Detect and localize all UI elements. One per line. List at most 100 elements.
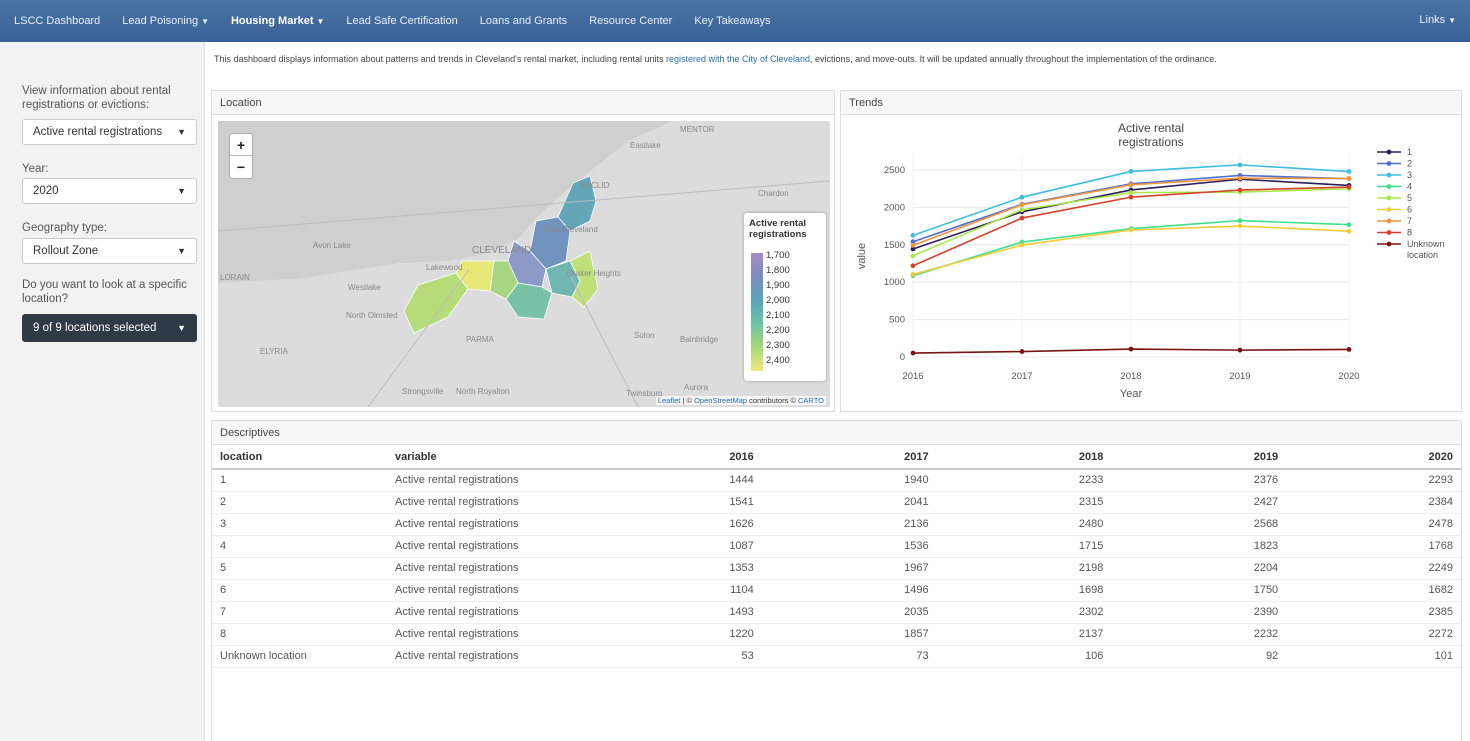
table-row: 3 Active rental registrations 1626 2136 2480…: [212, 513, 1461, 536]
x-tick-label: 2018: [1120, 371, 1141, 382]
trend-line-chart[interactable]: 0 500 1000 1500 2000 2500 2016 2017 2018 2019 2020…: [841, 115, 1461, 411]
location-panel-title: Location: [212, 91, 834, 115]
column-header-2017[interactable]: 2017: [761, 445, 937, 470]
map-place-label: North Royalton: [456, 387, 510, 396]
map-place-label: East Cleveland: [544, 225, 598, 234]
legend-marker: [1386, 218, 1392, 224]
leaflet-link[interactable]: Leaflet: [658, 396, 681, 405]
map-place-label: North Olmsted: [346, 311, 398, 320]
zoom-out-button[interactable]: −: [230, 156, 252, 178]
y-tick-label: 2000: [884, 202, 905, 213]
location-picker[interactable]: 9 of 9 locations selected ▼: [22, 314, 197, 342]
nav-item-resource-center[interactable]: Resource Center: [589, 15, 672, 27]
map-place-label: EUCLID: [580, 181, 610, 190]
column-header-location[interactable]: location: [212, 445, 387, 470]
map-place-label: Avon Lake: [313, 241, 351, 250]
attribution-text: | ©: [680, 396, 695, 405]
legend-label: 4: [1407, 182, 1412, 192]
intro-text: This dashboard displays information abou…: [214, 54, 1217, 64]
registration-link[interactable]: registered with the City of Cleveland: [666, 54, 810, 64]
table-row: 5 Active rental registrations 1353 1967 2198…: [212, 557, 1461, 580]
table-header-row: location variable 2016 2017 2018 2019 20…: [212, 445, 1461, 470]
nav-item-key-takeaways[interactable]: Key Takeaways: [694, 15, 770, 27]
table-cell: Active rental registrations: [387, 623, 587, 646]
zoom-control: + −: [229, 133, 253, 179]
x-tick-label: 2020: [1338, 371, 1359, 382]
table-cell: 2035: [761, 601, 937, 624]
map-attribution: Leaflet | © OpenStreetMap contributors ©…: [655, 396, 826, 405]
nav-brand[interactable]: LSCC Dashboard: [14, 15, 100, 27]
table-cell: 2232: [1111, 623, 1287, 646]
table-cell: 5: [212, 557, 387, 580]
caret-down-icon: ▼: [177, 186, 186, 196]
year-select[interactable]: 2020 ▼: [22, 178, 197, 204]
table-cell: 1444: [587, 469, 762, 492]
legend-marker: [1386, 207, 1392, 212]
y-tick-label: 1000: [884, 277, 905, 288]
map-road: [567, 270, 639, 407]
sidebar: View information about rental registrati…: [0, 42, 205, 741]
map-place-label: MENTOR: [680, 125, 715, 134]
table-cell: 2272: [1286, 623, 1461, 646]
nav-item-lead-poisoning[interactable]: Lead Poisoning ▼: [122, 15, 209, 27]
map-place-label: LORAIN: [220, 273, 250, 282]
geography-select[interactable]: Rollout Zone ▼: [22, 238, 197, 264]
legend-label: 6: [1407, 205, 1412, 215]
descriptives-panel: Descriptives location variable 2016 2017…: [211, 420, 1462, 741]
y-tick-label: 2500: [884, 165, 905, 176]
geography-select-label: Geography type:: [22, 222, 108, 234]
leaflet-map[interactable]: MENTOR Eastlake EUCLID Chardon East Clev…: [218, 121, 830, 407]
data-point: [910, 232, 916, 238]
table-cell: Active rental registrations: [387, 557, 587, 580]
map-place-label: Solon: [634, 331, 655, 340]
nav-links-menu[interactable]: Links ▼: [1419, 14, 1456, 26]
view-select-label: View information about rental registrati…: [22, 85, 171, 111]
table-cell: 1715: [936, 535, 1112, 558]
caret-down-icon: ▼: [316, 17, 325, 26]
table-cell: 1698: [936, 579, 1112, 602]
table-row: 8 Active rental registrations 1220 1857 2137…: [212, 623, 1461, 646]
legend-label: 5: [1407, 193, 1412, 203]
data-point: [1128, 169, 1134, 174]
nav-links-label: Links: [1419, 14, 1446, 26]
carto-link[interactable]: CARTO: [798, 396, 824, 405]
table-cell: Active rental registrations: [387, 469, 587, 492]
map-legend-tick: 2,400: [766, 355, 790, 366]
table-cell: 2385: [1286, 601, 1461, 624]
nav-item-housing-market[interactable]: Housing Market ▼: [231, 15, 324, 27]
column-header-2020[interactable]: 2020: [1286, 445, 1461, 470]
descriptives-panel-title: Descriptives: [212, 421, 1461, 445]
table-cell: 1087: [587, 535, 762, 558]
data-point: [910, 242, 916, 248]
data-point: [1128, 182, 1134, 188]
legend-marker: [1386, 195, 1392, 201]
column-header-variable[interactable]: variable: [387, 445, 587, 470]
osm-link[interactable]: OpenStreetMap: [694, 396, 747, 405]
data-point: [1237, 175, 1243, 181]
view-select[interactable]: Active rental registrations ▼: [22, 119, 197, 145]
legend-label: 3: [1407, 170, 1412, 180]
column-header-2019[interactable]: 2019: [1111, 445, 1287, 470]
map-legend-tick: 2,100: [766, 310, 790, 321]
data-point: [1128, 346, 1134, 352]
location-panel: Location MENTOR Eastlake EUCLID Chardon …: [211, 90, 835, 412]
zoom-in-button[interactable]: +: [230, 134, 252, 156]
column-header-2018[interactable]: 2018: [936, 445, 1112, 470]
table-cell: 1104: [587, 579, 762, 602]
nav-item-lead-safe-certification[interactable]: Lead Safe Certification: [346, 15, 457, 27]
map-place-label: Westlake: [348, 283, 381, 292]
data-point: [1237, 347, 1243, 353]
table-cell: 2198: [936, 557, 1112, 580]
attribution-text: contributors ©: [747, 396, 799, 405]
table-cell: 92: [1111, 645, 1287, 668]
caret-down-icon: ▼: [1448, 16, 1456, 25]
column-header-2016[interactable]: 2016: [587, 445, 762, 470]
nav-item-loans-and-grants[interactable]: Loans and Grants: [480, 15, 567, 27]
table-cell: 1823: [1111, 535, 1287, 558]
table-cell: 1768: [1286, 535, 1461, 558]
x-axis-label: Year: [1120, 388, 1143, 400]
legend-label: 2: [1407, 159, 1412, 169]
data-point: [1346, 347, 1352, 352]
table-cell: 6: [212, 579, 387, 602]
table-cell: 2293: [1286, 469, 1461, 492]
